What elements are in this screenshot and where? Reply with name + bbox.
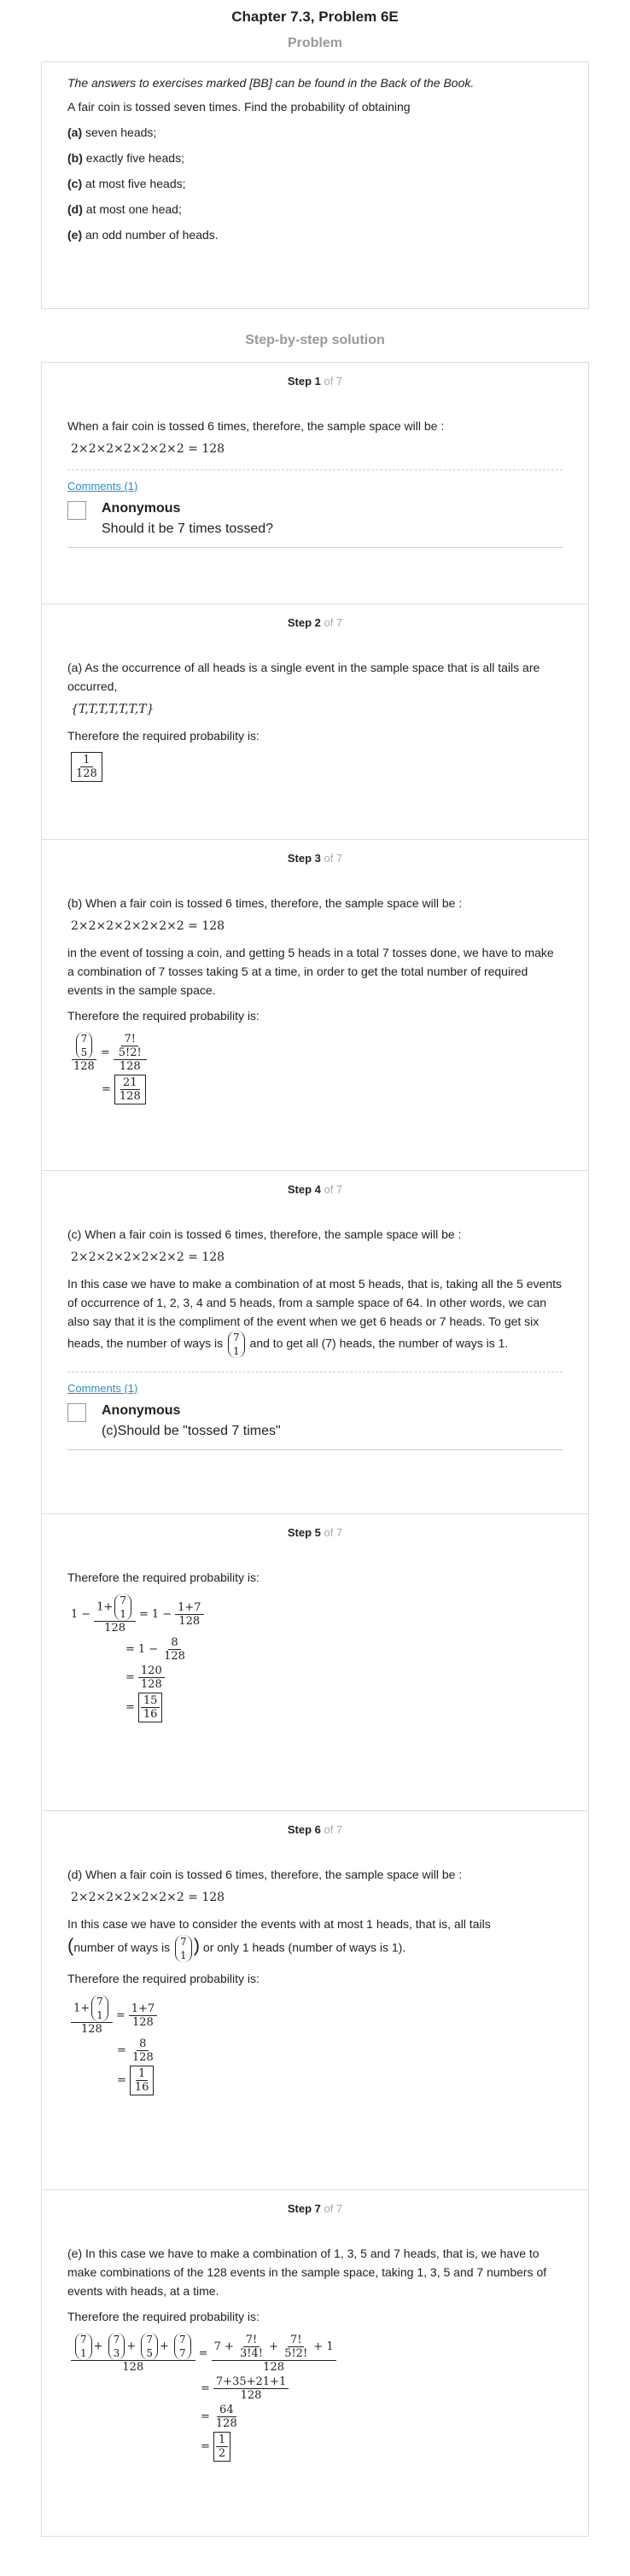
step-title: Step 5 of 7: [287, 1526, 343, 1539]
divider: [67, 469, 563, 470]
comment-author: Anonymous: [102, 501, 181, 516]
part-text: seven heads;: [82, 125, 157, 139]
step-title: Step 7 of 7: [287, 2202, 343, 2215]
step-5: Step 5 of 7 Therefore the required proba…: [41, 1514, 589, 1811]
step-text-2: Therefore the required probability is:: [67, 729, 260, 743]
comment-text: Should it be 7 times tossed?: [102, 522, 274, 536]
sample-space-equation: 2×2×2×2×2×2×2 = 128: [71, 442, 225, 456]
step-text-3: Therefore the required probability is:: [67, 1972, 260, 1985]
step-text: (e) In this case we have to make a combi…: [67, 2247, 547, 2298]
part-label: (a): [67, 125, 83, 139]
page-title: Chapter 7.3, Problem 6E: [231, 9, 399, 25]
step-title: Step 6 of 7: [287, 1823, 343, 1836]
divider: [67, 1372, 563, 1373]
step-title: Step 4 of 7: [287, 1183, 343, 1196]
comment-checkbox[interactable]: [67, 1403, 86, 1422]
step-1: Step 1 of 7 When a fair coin is tossed 6…: [41, 362, 589, 604]
step-text-2: In this case we have to consider the eve…: [67, 1917, 491, 1931]
part-text: at most one head;: [82, 202, 182, 216]
problem-part-d: (d) at most one head;: [67, 202, 563, 216]
problem-intro: A fair coin is tossed seven times. Find …: [67, 100, 411, 114]
step-text-2: Therefore the required probability is:: [67, 2310, 260, 2323]
part-label: (d): [67, 202, 83, 216]
part-label: (b): [67, 151, 83, 165]
probability-derivation: 7 5 128 = 7! 5!2! 128 = 21 128: [71, 1032, 563, 1104]
step-text-2b: (number of ways is 7 1) or only 1 heads (…: [67, 1934, 406, 1962]
step-title: Step 1 of 7: [287, 375, 343, 388]
step-4: Step 4 of 7 (c) When a fair coin is toss…: [41, 1171, 589, 1514]
comment-text: (c)Should be "tossed 7 times": [102, 1424, 281, 1438]
problem-part-e: (e) an odd number of heads.: [67, 228, 563, 242]
sample-set: {T,T,T,T,T,T,T}: [71, 702, 155, 716]
step-text-2: In this case we have to make a combinati…: [67, 1277, 562, 1358]
step-text: When a fair coin is tossed 6 times, ther…: [67, 419, 445, 433]
step-text: Therefore the required probability is:: [67, 1571, 260, 1584]
problem-part-c: (c) at most five heads;: [67, 177, 563, 190]
part-text: an odd number of heads.: [82, 228, 219, 242]
step-text: (c) When a fair coin is tossed 6 times, …: [67, 1227, 462, 1241]
comment: Anonymous (c)Should be "tossed 7 times": [67, 1403, 563, 1450]
problem-card: The answers to exercises marked [BB] can…: [41, 61, 589, 309]
problem-heading: Problem: [287, 36, 342, 50]
problem-note: The answers to exercises marked [BB] can…: [67, 76, 475, 90]
step-text-2: in the event of tossing a coin, and gett…: [67, 946, 554, 997]
step-6: Step 6 of 7 (d) When a fair coin is toss…: [41, 1811, 589, 2190]
sample-space-equation: 2×2×2×2×2×2×2 = 128: [71, 1250, 225, 1264]
problem-part-b: (b) exactly five heads;: [67, 151, 563, 165]
comments-link[interactable]: Comments (1): [67, 1382, 137, 1395]
step-text: (b) When a fair coin is tossed 6 times, …: [67, 896, 463, 910]
probability-result: 1 128: [71, 752, 563, 782]
part-label: (e): [67, 228, 83, 242]
comment-checkbox[interactable]: [67, 501, 86, 520]
solution-heading: Step-by-step solution: [245, 333, 385, 347]
probability-derivation: 7 1 + 7 3 + 7 5 + 77 128 = 7 + 7! 3!4! + 7! 5!2!…: [71, 2333, 563, 2462]
part-text: at most five heads;: [82, 177, 186, 190]
sample-space-equation: 2×2×2×2×2×2×2 = 128: [71, 1891, 225, 1904]
probability-derivation: 1− 1+ 7 1 128 = 1− 1+7 128 = 1−8 128 = 120 128 = 1…: [71, 1594, 563, 1722]
step-title: Step 2 of 7: [287, 616, 343, 629]
comment-author: Anonymous: [102, 1403, 181, 1418]
part-text: exactly five heads;: [82, 151, 184, 165]
problem-part-a: (a) seven heads;: [67, 125, 563, 139]
step-text: (d) When a fair coin is tossed 6 times, …: [67, 1868, 463, 1881]
step-text-3: Therefore the required probability is:: [67, 1009, 260, 1023]
step-2: Step 2 of 7 (a) As the occurrence of all…: [41, 604, 589, 840]
comments-link[interactable]: Comments (1): [67, 480, 137, 492]
sample-space-equation: 2×2×2×2×2×2×2 = 128: [71, 919, 225, 933]
part-label: (c): [67, 177, 83, 190]
step-title: Step 3 of 7: [287, 852, 343, 865]
step-7: Step 7 of 7 (e) In this case we have to …: [41, 2190, 589, 2537]
comment: Anonymous Should it be 7 times tossed?: [67, 501, 563, 548]
step-3: Step 3 of 7 (b) When a fair coin is toss…: [41, 840, 589, 1171]
probability-derivation: 1+ 7 1 128 = 1+7 128 = 8 128 = 1 16: [71, 1995, 563, 2095]
step-text: (a) As the occurrence of all heads is a …: [67, 661, 540, 693]
